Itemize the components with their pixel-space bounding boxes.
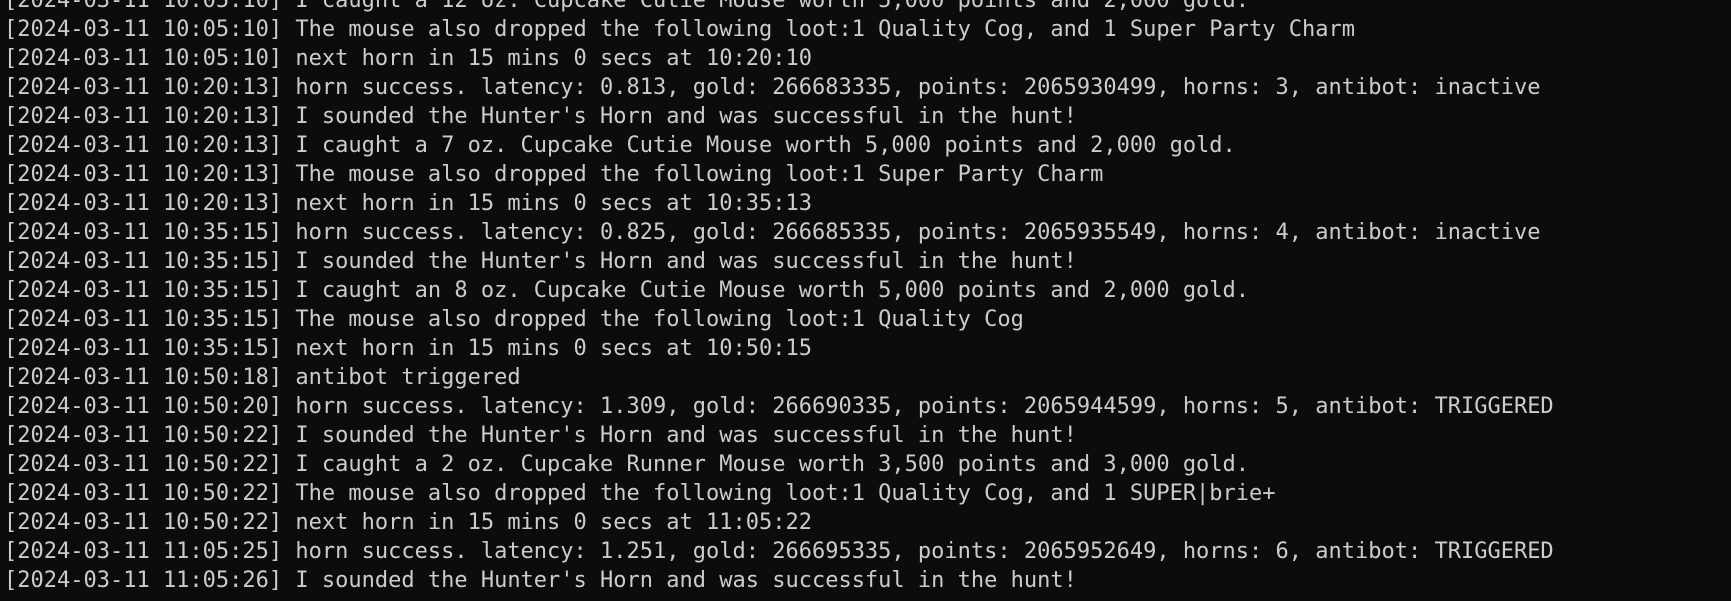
log-line: [2024-03-11 10:20:13] horn success. late… <box>4 75 1541 100</box>
log-line: [2024-03-11 10:20:13] I caught a 7 oz. C… <box>4 133 1236 158</box>
scrollbar[interactable] <box>1717 0 1731 601</box>
log-line: [2024-03-11 10:20:13] I sounded the Hunt… <box>4 104 1077 129</box>
log-line: [2024-03-11 10:35:15] horn success. late… <box>4 220 1541 245</box>
terminal-output: [2024-03-11 10:05:10] I caught a 12 oz. … <box>4 0 1554 595</box>
log-line: [2024-03-11 10:50:22] I sounded the Hunt… <box>4 423 1077 448</box>
log-line: [2024-03-11 10:05:10] I caught a 12 oz. … <box>4 0 1250 13</box>
log-line: [2024-03-11 10:50:22] next horn in 15 mi… <box>4 510 812 535</box>
log-line: [2024-03-11 10:50:22] The mouse also dro… <box>4 481 1276 506</box>
log-line: [2024-03-11 10:35:15] I caught an 8 oz. … <box>4 278 1250 303</box>
terminal-window[interactable]: [2024-03-11 10:05:10] I caught a 12 oz. … <box>0 0 1731 601</box>
log-line: [2024-03-11 11:05:25] horn success. late… <box>4 539 1554 564</box>
log-line: [2024-03-11 10:50:20] horn success. late… <box>4 394 1554 419</box>
log-line: [2024-03-11 10:20:13] The mouse also dro… <box>4 162 1104 187</box>
log-line: [2024-03-11 10:35:15] next horn in 15 mi… <box>4 336 812 361</box>
log-line: [2024-03-11 10:35:15] I sounded the Hunt… <box>4 249 1077 274</box>
log-line: [2024-03-11 10:50:18] antibot triggered <box>4 365 521 390</box>
log-line: [2024-03-11 10:05:10] The mouse also dro… <box>4 17 1356 42</box>
log-line: [2024-03-11 10:05:10] next horn in 15 mi… <box>4 46 812 71</box>
log-line: [2024-03-11 10:35:15] The mouse also dro… <box>4 307 1024 332</box>
log-line: [2024-03-11 10:50:22] I caught a 2 oz. C… <box>4 452 1250 477</box>
log-line: [2024-03-11 10:20:13] next horn in 15 mi… <box>4 191 812 216</box>
log-line: [2024-03-11 11:05:26] I sounded the Hunt… <box>4 568 1077 593</box>
